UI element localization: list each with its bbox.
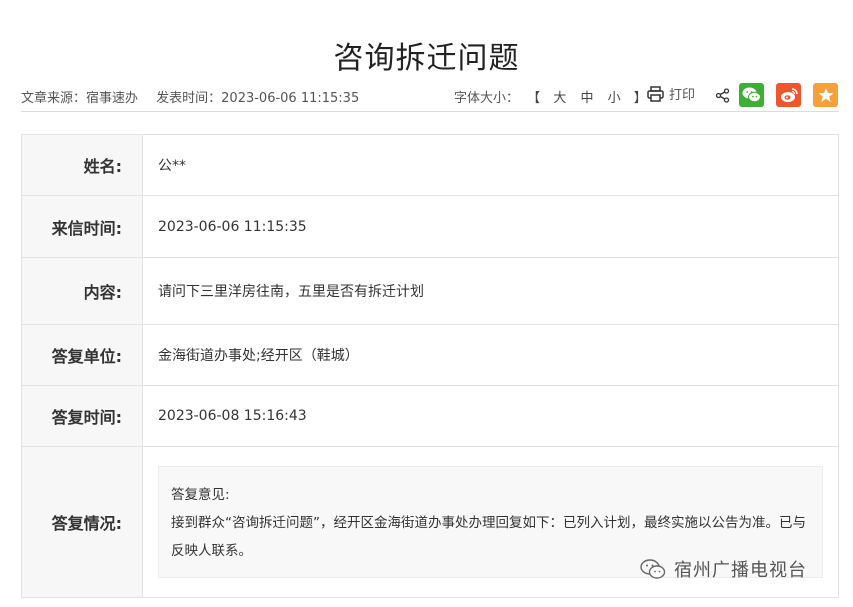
reply-status-label: 答复情况: bbox=[21, 446, 143, 598]
wechat-share-button[interactable] bbox=[739, 83, 764, 107]
table-row: 答复单位: 金海街道办事处;经开区（鞋城） bbox=[21, 324, 839, 386]
name-label: 姓名: bbox=[21, 134, 143, 196]
table-row: 内容: 请问下三里洋房往南，五里是否有拆迁计划 bbox=[21, 257, 839, 325]
font-size-large-button[interactable]: 大 bbox=[553, 91, 566, 106]
reply-time-label: 答复时间: bbox=[21, 385, 143, 447]
table-row: 来信时间: 2023-06-06 11:15:35 bbox=[21, 195, 839, 258]
font-size-label: 字体大小： bbox=[454, 91, 520, 106]
article-source: 文章来源：宿事速办 bbox=[21, 91, 139, 106]
favorite-button[interactable] bbox=[813, 83, 838, 107]
print-button[interactable]: 打印 bbox=[647, 84, 695, 103]
font-size-small-button[interactable]: 小 bbox=[608, 91, 621, 106]
watermark-text: 宿州广播电视台 bbox=[674, 560, 807, 581]
reply-time-value: 2023-06-08 15:16:43 bbox=[142, 385, 839, 447]
font-size-medium-button[interactable]: 中 bbox=[580, 91, 593, 106]
wechat-watermark-icon bbox=[640, 559, 666, 579]
share-button[interactable] bbox=[715, 88, 730, 107]
letter-time-label: 来信时间: bbox=[21, 195, 143, 258]
reply-unit-label: 答复单位: bbox=[21, 324, 143, 386]
printer-icon bbox=[647, 85, 664, 102]
bracket-open: 【 bbox=[527, 91, 541, 106]
letter-time-value: 2023-06-06 11:15:35 bbox=[142, 195, 839, 258]
table-row: 答复时间: 2023-06-08 15:16:43 bbox=[21, 385, 839, 447]
weibo-icon bbox=[780, 88, 798, 102]
reply-unit-value: 金海街道办事处;经开区（鞋城） bbox=[142, 324, 839, 386]
content-label: 内容: bbox=[21, 257, 143, 325]
name-value: 公** bbox=[142, 134, 839, 196]
font-size-control: 字体大小： 【 大 中 小 】 bbox=[454, 87, 651, 106]
bracket-close: 】 bbox=[633, 91, 647, 106]
publish-time: 发表时间：2023-06-06 11:15:35 bbox=[156, 91, 360, 106]
table-row: 姓名: 公** bbox=[21, 134, 839, 196]
weibo-share-button[interactable] bbox=[776, 83, 801, 107]
letter-details-table: 姓名: 公** 来信时间: 2023-06-06 11:15:35 内容: 请问… bbox=[21, 134, 839, 598]
page-title: 咨询拆迁问题 bbox=[333, 41, 520, 76]
content-value: 请问下三里洋房往南，五里是否有拆迁计划 bbox=[142, 257, 839, 325]
star-icon bbox=[818, 88, 833, 102]
print-label: 打印 bbox=[669, 88, 696, 103]
share-icon bbox=[715, 88, 730, 103]
article-meta: 文章来源：宿事速办 发表时间：2023-06-06 11:15:35 bbox=[21, 87, 373, 106]
watermark: 宿州广播电视台 bbox=[640, 556, 807, 582]
article-meta-bar: 文章来源：宿事速办 发表时间：2023-06-06 11:15:35 字体大小：… bbox=[21, 78, 839, 112]
wechat-icon bbox=[742, 87, 761, 103]
reply-opinion-heading: 答复意见: bbox=[171, 487, 230, 503]
